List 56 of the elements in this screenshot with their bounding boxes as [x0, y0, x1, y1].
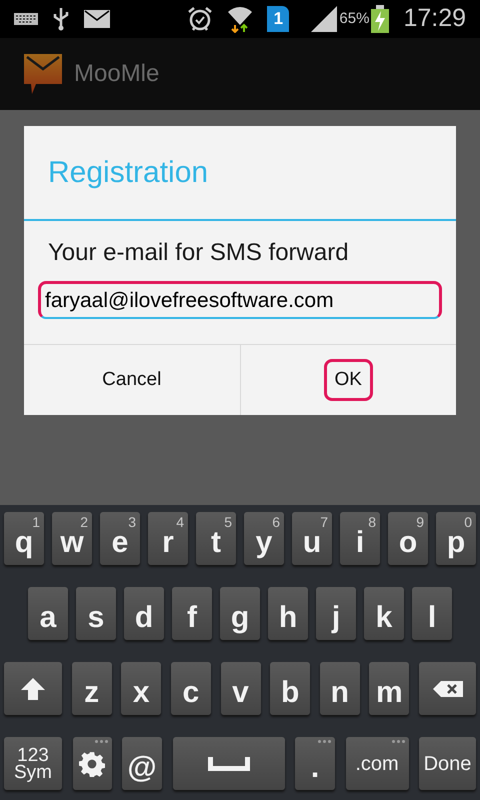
keyboard-key[interactable]: 123 Sym [4, 737, 62, 790]
keyboard-key[interactable]: z [72, 662, 112, 715]
keyboard-key[interactable]: 3 e [100, 512, 140, 565]
keyboard-key[interactable]: b [270, 662, 310, 715]
keyboard-key[interactable]: x [121, 662, 162, 715]
keyboard-key[interactable] [72, 737, 112, 790]
keyboard-key[interactable]: 5 t [196, 512, 236, 565]
sim-card-badge: 1 [267, 6, 290, 32]
keyboard-key[interactable]: d [124, 587, 164, 640]
keyboard-key[interactable]: j [316, 587, 356, 640]
email-label: Your e-mail for SMS forward [47, 238, 350, 268]
keyboard-key[interactable]: l [412, 587, 452, 640]
keyboard-key[interactable]: .com [346, 737, 408, 790]
wifi-icon [227, 5, 254, 33]
battery-percent: 65% [339, 8, 370, 29]
battery-charging-icon [371, 5, 390, 33]
keyboard-key[interactable] [419, 662, 476, 715]
keyboard-key[interactable] [172, 737, 284, 790]
keyboard-key[interactable]: s [76, 587, 116, 640]
keyboard-key[interactable]: h [268, 587, 308, 640]
keyboard-key[interactable]: @ [122, 737, 162, 790]
signal-icon [311, 6, 338, 32]
keyboard-key[interactable]: 9 o [388, 512, 428, 565]
usb-icon [52, 7, 70, 31]
keyboard-key[interactable]: 8 i [340, 512, 380, 565]
keyboard-key[interactable] [4, 662, 62, 715]
alarm-clock-icon [187, 6, 214, 32]
keyboard-key[interactable]: Done [419, 737, 476, 790]
keyboard-key[interactable]: k [364, 587, 404, 640]
keyboard-key[interactable]: g [220, 587, 260, 640]
keyboard-key[interactable]: 2 w [52, 512, 92, 565]
envelope-logo-icon [24, 54, 62, 94]
keyboard-key[interactable]: c [170, 662, 211, 715]
keyboard-key[interactable]: v [220, 662, 260, 715]
keyboard-key[interactable]: 1 q [4, 512, 44, 565]
dialog-title: Registration [24, 126, 456, 221]
mail-icon [84, 10, 110, 28]
email-field[interactable]: faryaal@ilovefreesoftware.com [38, 281, 442, 319]
keyboard-icon [14, 13, 38, 25]
keyboard-key[interactable]: m [369, 662, 410, 715]
keyboard-key[interactable]: 7 u [292, 512, 332, 565]
space-bar-icon [206, 756, 250, 772]
keyboard-key[interactable]: n [320, 662, 360, 715]
gear-icon [79, 750, 105, 776]
keyboard-key[interactable]: 6 y [244, 512, 284, 565]
keyboard-key[interactable]: 0 p [436, 512, 476, 565]
shift-arrow-icon [20, 676, 46, 702]
backspace-icon [432, 680, 464, 698]
keyboard-key[interactable]: . [295, 737, 335, 790]
app-title: MooMle [74, 59, 160, 89]
keyboard-key[interactable]: a [28, 587, 68, 640]
dialog-button[interactable]: OK [324, 358, 373, 402]
clock-time: 17:29 [403, 3, 466, 34]
keyboard-key[interactable]: 4 r [148, 512, 188, 565]
dialog-button[interactable]: Cancel [91, 358, 172, 402]
keyboard-key[interactable]: f [172, 587, 212, 640]
